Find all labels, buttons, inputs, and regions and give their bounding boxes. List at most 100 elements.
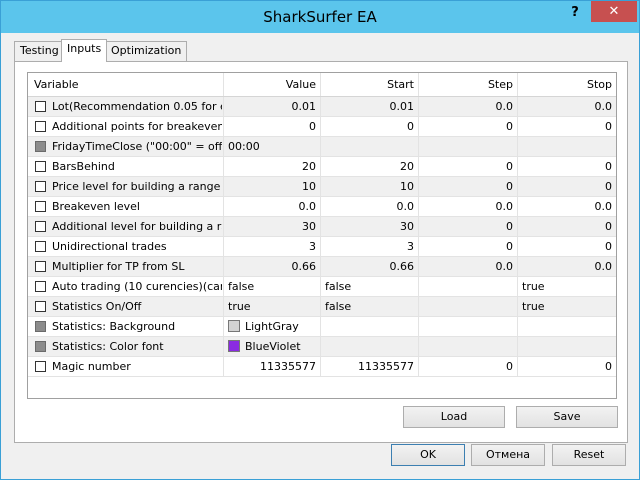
table-row[interactable]: Auto trading (10 curencies)(can't ... fal…	[28, 277, 616, 297]
stop-cell[interactable]	[518, 337, 616, 356]
stop-cell[interactable]: 0.0	[518, 257, 616, 276]
step-cell[interactable]: 0.0	[419, 197, 518, 216]
start-cell[interactable]: 10	[321, 177, 419, 196]
table-row[interactable]: Additional level for building a rang... 3…	[28, 217, 616, 237]
header-value[interactable]: Value	[224, 73, 321, 96]
reset-button[interactable]: Reset	[552, 444, 626, 466]
save-button[interactable]: Save	[516, 406, 618, 428]
value-cell[interactable]: 0.66	[224, 257, 321, 276]
optimize-checkbox[interactable]	[35, 121, 46, 132]
optimize-checkbox[interactable]	[35, 281, 46, 292]
header-step[interactable]: Step	[419, 73, 518, 96]
table-row[interactable]: Breakeven level 0.0 0.0 0.0 0.0	[28, 197, 616, 217]
optimize-checkbox[interactable]	[35, 201, 46, 212]
stop-cell[interactable]: 0	[518, 157, 616, 176]
table-row[interactable]: Multiplier for TP from SL 0.66 0.66 0.0 0.0	[28, 257, 616, 277]
step-cell[interactable]	[419, 337, 518, 356]
header-stop[interactable]: Stop	[518, 73, 616, 96]
start-cell[interactable]: 20	[321, 157, 419, 176]
stop-cell[interactable]: 0	[518, 217, 616, 236]
tab-testing[interactable]: Testing	[14, 41, 65, 61]
optimize-checkbox[interactable]	[35, 301, 46, 312]
start-cell[interactable]	[321, 337, 419, 356]
value-cell[interactable]: 00:00	[224, 137, 321, 156]
optimize-checkbox[interactable]	[35, 261, 46, 272]
header-start[interactable]: Start	[321, 73, 419, 96]
start-cell[interactable]: 0.66	[321, 257, 419, 276]
close-button[interactable]: ✕	[591, 1, 637, 22]
start-cell[interactable]: 11335577	[321, 357, 419, 376]
table-row[interactable]: Lot(Recommendation 0.05 for ev...0.010.0…	[28, 97, 616, 117]
optimize-checkbox[interactable]	[35, 221, 46, 232]
optimize-checkbox[interactable]	[35, 181, 46, 192]
optimize-checkbox[interactable]	[35, 321, 46, 332]
start-cell[interactable]: 0.01	[321, 97, 419, 116]
start-cell[interactable]: 30	[321, 217, 419, 236]
window-title: SharkSurfer EA	[263, 8, 377, 26]
stop-cell[interactable]	[518, 317, 616, 336]
value-cell[interactable]: false	[224, 277, 321, 296]
step-cell[interactable]: 0	[419, 217, 518, 236]
optimize-checkbox[interactable]	[35, 341, 46, 352]
step-cell[interactable]	[419, 297, 518, 316]
stop-cell[interactable]: true	[518, 277, 616, 296]
start-cell[interactable]	[321, 137, 419, 156]
optimize-checkbox[interactable]	[35, 241, 46, 252]
step-cell[interactable]	[419, 277, 518, 296]
step-cell[interactable]: 0	[419, 157, 518, 176]
value-cell[interactable]: true	[224, 297, 321, 316]
header-variable[interactable]: Variable	[28, 73, 224, 96]
table-row[interactable]: BarsBehind 20 20 0 0	[28, 157, 616, 177]
help-button[interactable]: ?	[559, 2, 591, 24]
stop-cell[interactable]	[518, 137, 616, 156]
load-button[interactable]: Load	[403, 406, 505, 428]
stop-cell[interactable]: 0.0	[518, 197, 616, 216]
optimize-checkbox[interactable]	[35, 101, 46, 112]
stop-cell[interactable]: 0.0	[518, 97, 616, 116]
value-cell[interactable]: LightGray	[224, 317, 321, 336]
step-cell[interactable]: 0	[419, 177, 518, 196]
table-row[interactable]: Additional points for breakeven 0 0 0 0	[28, 117, 616, 137]
value-cell[interactable]: 20	[224, 157, 321, 176]
value-cell[interactable]: 0.0	[224, 197, 321, 216]
ok-button[interactable]: OK	[391, 444, 465, 466]
value-cell[interactable]: 0	[224, 117, 321, 136]
optimize-checkbox[interactable]	[35, 161, 46, 172]
optimize-checkbox[interactable]	[35, 361, 46, 372]
step-cell[interactable]: 0	[419, 237, 518, 256]
cancel-button[interactable]: Отмена	[471, 444, 545, 466]
value-cell[interactable]: 0.01	[224, 97, 321, 116]
step-cell[interactable]: 0.0	[419, 257, 518, 276]
step-cell[interactable]: 0	[419, 357, 518, 376]
start-cell[interactable]	[321, 317, 419, 336]
stop-cell[interactable]: true	[518, 297, 616, 316]
table-row[interactable]: Magic number 11335577 11335577 0 0	[28, 357, 616, 377]
table-row[interactable]: Price level for building a range 0-... 10…	[28, 177, 616, 197]
start-cell[interactable]: 3	[321, 237, 419, 256]
stop-cell[interactable]: 0	[518, 237, 616, 256]
step-cell[interactable]: 0	[419, 117, 518, 136]
table-row[interactable]: Statistics: Background LightGray	[28, 317, 616, 337]
table-row[interactable]: FridayTimeClose ("00:00" = off) 00:00	[28, 137, 616, 157]
value-cell[interactable]: 10	[224, 177, 321, 196]
stop-cell[interactable]: 0	[518, 177, 616, 196]
stop-cell[interactable]: 0	[518, 117, 616, 136]
start-cell[interactable]: 0.0	[321, 197, 419, 216]
value-cell[interactable]: BlueViolet	[224, 337, 321, 356]
table-row[interactable]: Unidirectional trades 3 3 0 0	[28, 237, 616, 257]
step-cell[interactable]	[419, 317, 518, 336]
optimize-checkbox[interactable]	[35, 141, 46, 152]
tab-inputs[interactable]: Inputs	[61, 39, 108, 62]
start-cell[interactable]: false	[321, 277, 419, 296]
value-cell[interactable]: 3	[224, 237, 321, 256]
value-cell[interactable]: 11335577	[224, 357, 321, 376]
table-row[interactable]: Statistics: Color font BlueViolet	[28, 337, 616, 357]
tab-optimization[interactable]: Optimization	[105, 41, 188, 61]
step-cell[interactable]: 0.0	[419, 97, 518, 116]
stop-cell[interactable]: 0	[518, 357, 616, 376]
table-row[interactable]: Statistics On/Off true false true	[28, 297, 616, 317]
step-cell[interactable]	[419, 137, 518, 156]
start-cell[interactable]: false	[321, 297, 419, 316]
value-cell[interactable]: 30	[224, 217, 321, 236]
start-cell[interactable]: 0	[321, 117, 419, 136]
